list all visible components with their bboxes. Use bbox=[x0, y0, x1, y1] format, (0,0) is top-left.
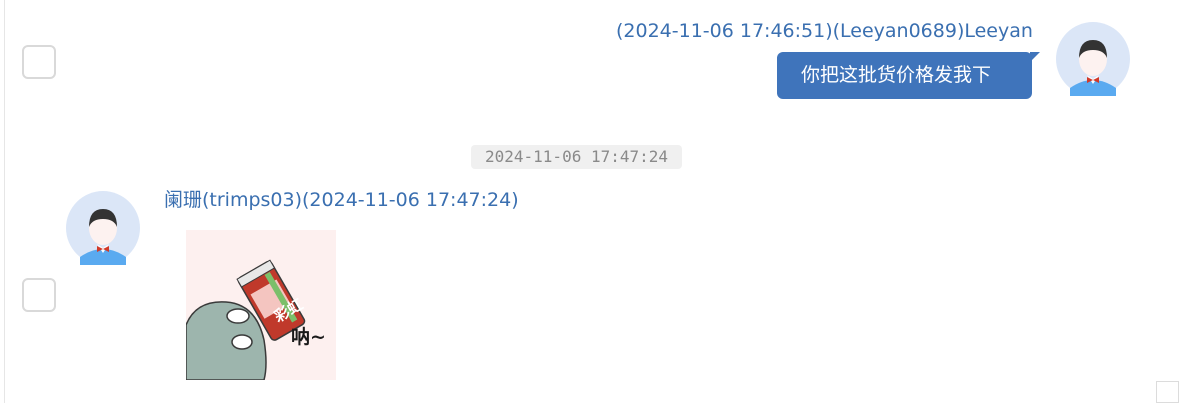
message-bubble[interactable]: 你把这批货价格发我下 bbox=[777, 52, 1032, 99]
user-avatar-icon[interactable] bbox=[1056, 22, 1130, 96]
sender-header: (2024-11-06 17:46:51)(Leeyan0689)Leeyan bbox=[616, 20, 1033, 42]
contact-avatar-icon[interactable] bbox=[66, 191, 140, 265]
bubble-tail bbox=[1030, 52, 1040, 62]
message-select-checkbox[interactable] bbox=[22, 278, 56, 312]
time-divider: 2024-11-06 17:47:24 bbox=[471, 145, 683, 169]
scroll-corner bbox=[1156, 381, 1179, 403]
message-select-checkbox[interactable] bbox=[22, 45, 56, 79]
sender-header: 阑珊(trimps03)(2024-11-06 17:47:24) bbox=[164, 189, 519, 211]
sticker-image[interactable]: 彩虹 呐~ bbox=[186, 230, 336, 380]
chat-frame-edge bbox=[0, 0, 5, 403]
sticker-caption: 呐~ bbox=[291, 325, 326, 348]
